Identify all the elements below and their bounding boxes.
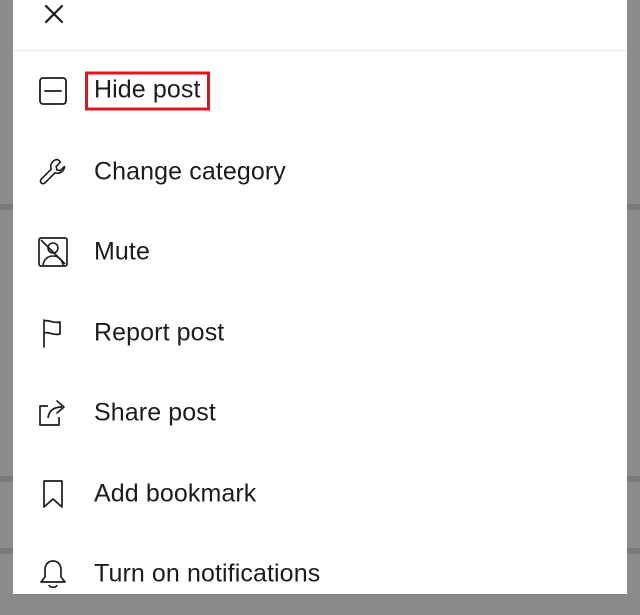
menu-item-label: Turn on notifications <box>94 559 321 588</box>
menu-item-turn-on-notifications[interactable]: Turn on notifications <box>13 534 627 615</box>
menu-item-change-category[interactable]: Change category <box>13 132 627 213</box>
share-icon <box>37 397 69 429</box>
menu-item-label: Add bookmark <box>94 479 257 508</box>
bell-icon <box>37 558 69 590</box>
action-sheet: Hide post Change category Mute Report po… <box>13 0 627 594</box>
wrench-icon <box>37 156 69 188</box>
hide-icon <box>37 75 69 107</box>
close-button[interactable] <box>39 0 69 28</box>
menu-item-add-bookmark[interactable]: Add bookmark <box>13 454 627 535</box>
menu-item-label: Hide post <box>85 71 210 111</box>
menu-item-label: Report post <box>94 318 225 347</box>
menu-item-label: Share post <box>94 398 216 427</box>
menu-item-label: Mute <box>94 237 150 266</box>
post-options-menu: Hide post Change category Mute Report po… <box>13 51 627 615</box>
menu-item-report-post[interactable]: Report post <box>13 293 627 374</box>
sheet-header <box>13 0 627 51</box>
menu-item-share-post[interactable]: Share post <box>13 373 627 454</box>
flag-icon <box>37 317 69 349</box>
menu-item-label: Change category <box>94 157 286 186</box>
close-icon <box>43 3 65 25</box>
bookmark-icon <box>37 478 69 510</box>
menu-item-mute[interactable]: Mute <box>13 212 627 293</box>
menu-item-hide-post[interactable]: Hide post <box>13 51 627 132</box>
mute-icon <box>37 236 69 268</box>
